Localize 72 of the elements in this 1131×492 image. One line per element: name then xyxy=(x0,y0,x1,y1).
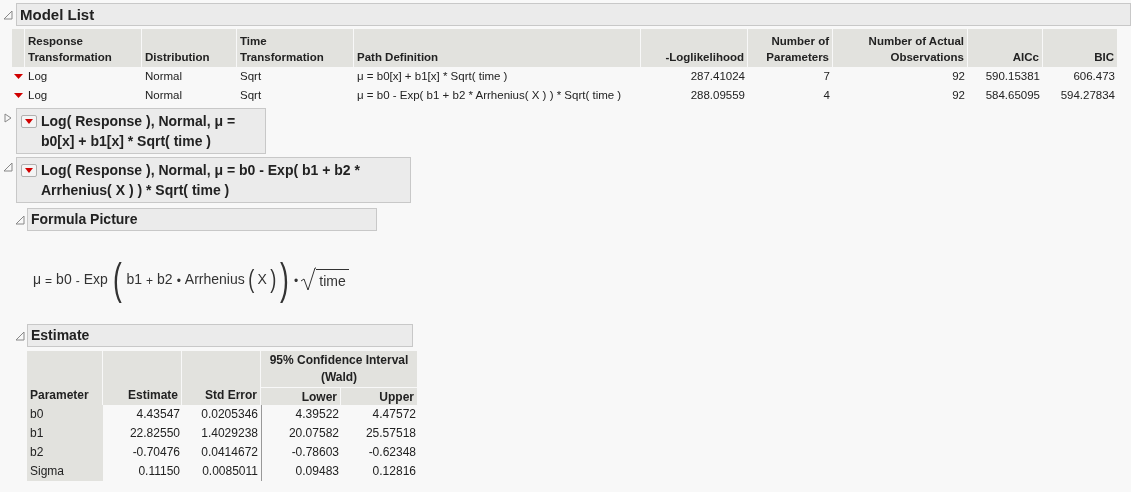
table-cell: Sqrt xyxy=(240,69,262,82)
table-cell: μ = b0 - Exp( b1 + b2 * Arrhenius( X ) ) * Sqrt( time ) xyxy=(357,88,622,101)
table-cell: -0.78603 xyxy=(291,445,339,459)
column-header: -Loglikelihood xyxy=(641,29,747,67)
table-cell: Normal xyxy=(145,88,183,101)
menu-button[interactable] xyxy=(21,115,37,128)
table-cell: 25.57518 xyxy=(365,426,416,440)
caret-icon xyxy=(25,119,33,124)
menu-button[interactable] xyxy=(21,164,37,177)
table-cell: 20.07582 xyxy=(288,426,339,440)
column-header: Upper xyxy=(341,388,417,405)
table-cell: b0 xyxy=(30,407,44,421)
model-title: Log( Response ), Normal, μ = b0 - Exp( b1 + b2 * Arrhenius( X ) ) * Sqrt( time ) xyxy=(41,161,361,200)
table-cell: 4 xyxy=(823,88,830,101)
column-header: Estimate xyxy=(103,351,181,405)
column-header: Number of Parameters xyxy=(748,29,832,67)
column-header: BIC xyxy=(1043,29,1117,67)
table-cell: 22.82550 xyxy=(129,426,180,440)
caret-icon xyxy=(14,74,23,79)
model-title: Log( Response ), Normal, μ = b0[x] + b1[x] * Sqrt( time ) xyxy=(41,112,237,151)
caret-icon xyxy=(14,93,23,98)
section-title-bar[interactable]: Formula Picture xyxy=(27,208,377,231)
table-cell: 0.09483 xyxy=(295,464,339,478)
section-title-bar[interactable]: Estimate xyxy=(27,324,413,347)
model-title-bar[interactable]: Log( Response ), Normal, μ = b0[x] + b1[x] * Sqrt( time ) xyxy=(16,108,266,154)
table-cell: b2 xyxy=(30,445,44,459)
table-cell: Sigma xyxy=(30,464,64,478)
table-cell: 0.12816 xyxy=(372,464,416,478)
column-header: Distribution xyxy=(142,29,236,67)
table-cell: 594.27834 xyxy=(1060,88,1115,101)
table-cell: 4.47572 xyxy=(372,407,416,421)
table-cell: Log xyxy=(28,69,48,82)
table-cell: 92 xyxy=(952,69,965,82)
column-header: Response Transformation xyxy=(25,29,141,67)
table-cell: Sqrt xyxy=(240,88,262,101)
table-cell: Normal xyxy=(145,69,183,82)
collapse-triangle-icon[interactable] xyxy=(3,162,13,172)
table-cell: 0.0205346 xyxy=(201,407,258,421)
expand-triangle-icon[interactable] xyxy=(3,113,13,123)
table-cell: 287.41024 xyxy=(690,69,745,82)
table-cell: 288.09559 xyxy=(690,88,745,101)
table-cell: -0.70476 xyxy=(132,445,180,459)
table-cell: 4.43547 xyxy=(136,407,180,421)
collapse-triangle-icon[interactable] xyxy=(3,9,13,20)
table-cell: 590.15381 xyxy=(985,69,1040,82)
column-header: Time Transformation xyxy=(237,29,353,67)
table-cell: μ = b0[x] + b1[x] * Sqrt( time ) xyxy=(357,69,508,82)
column-header: Path Definition xyxy=(354,29,640,67)
table-cell: 1.4029238 xyxy=(201,426,258,440)
table-cell: -0.62348 xyxy=(368,445,416,459)
table-cell: 92 xyxy=(952,88,965,101)
table-cell: 606.473 xyxy=(1073,69,1115,82)
column-header: Number of Actual Observations xyxy=(833,29,967,67)
table-cell: 4.39522 xyxy=(295,407,339,421)
collapse-triangle-icon[interactable] xyxy=(15,330,25,341)
column-group-header: 95% Confidence Interval (Wald) xyxy=(261,351,417,387)
column-header: Lower xyxy=(261,388,340,405)
column-header: Std Error xyxy=(182,351,260,405)
table-cell: 7 xyxy=(823,69,830,82)
caret-icon xyxy=(25,168,33,173)
table-cell: b1 xyxy=(30,426,44,440)
table-cell: Log xyxy=(28,88,48,101)
table-cell: 0.11150 xyxy=(138,464,180,478)
table-cell: 0.0085011 xyxy=(202,464,258,478)
model-title-bar[interactable]: Log( Response ), Normal, μ = b0 - Exp( b1 + b2 * Arrhenius( X ) ) * Sqrt( time ) xyxy=(16,157,411,203)
collapse-triangle-icon[interactable] xyxy=(15,214,25,225)
column-header: AICc xyxy=(968,29,1042,67)
column-header: Parameter xyxy=(27,351,102,405)
table-cell: 0.0414672 xyxy=(201,445,258,459)
table-cell: 584.65095 xyxy=(985,88,1040,101)
section-title-bar[interactable]: Model List xyxy=(16,3,1131,26)
header-cell xyxy=(12,29,24,67)
